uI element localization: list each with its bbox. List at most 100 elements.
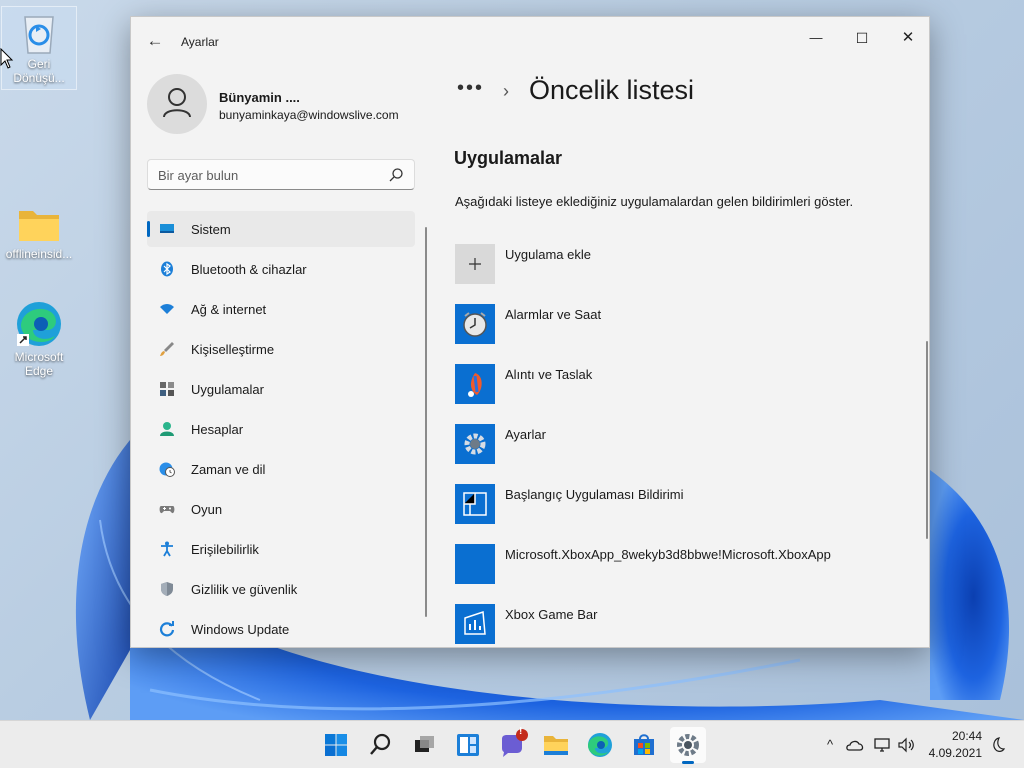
search-icon[interactable] (388, 167, 404, 183)
sidebar-scrollbar[interactable] (425, 227, 427, 617)
start-icon (325, 734, 347, 756)
app-label: Alarmlar ve Saat (505, 307, 602, 322)
app-label: Xbox Game Bar (505, 607, 598, 622)
desktop-icon-folder[interactable]: offlineinsid... (1, 205, 77, 261)
user-name: Bünyamin .... (219, 90, 300, 105)
sidebar-item-label: Kişiselleştirme (191, 342, 275, 357)
list-item[interactable]: Microsoft.XboxApp_8wekyb3d8bbwe!Microsof… (455, 544, 915, 604)
sidebar-item-privacy[interactable]: Gizlilik ve güvenlik (147, 571, 415, 607)
file-explorer-icon (544, 736, 568, 755)
sidebar-item-label: Oyun (191, 502, 223, 517)
back-button[interactable]: ← (145, 31, 165, 51)
chevron-right-icon: › (503, 81, 509, 101)
file-explorer-button[interactable] (538, 727, 574, 763)
task-view-button[interactable] (406, 727, 442, 763)
store-icon (634, 734, 654, 755)
apps-icon (160, 382, 174, 396)
tray-overflow-chevron-icon[interactable]: ^ (820, 735, 840, 755)
network-icon[interactable] (872, 735, 892, 755)
app-label: Uygulama ekle (505, 247, 591, 262)
clock-date[interactable]: 4.09.2021 (925, 746, 982, 760)
sidebar-item-gaming[interactable]: Oyun (147, 491, 415, 527)
desktop-icon-edge[interactable]: Microsoft Edge (1, 300, 77, 378)
widgets-icon (457, 734, 479, 756)
breadcrumb-ellipsis[interactable]: ••• (457, 77, 484, 100)
sidebar-item-sistem[interactable]: Sistem (147, 211, 415, 247)
sidebar-item-label: Uygulamalar (191, 382, 264, 397)
sidebar-item-apps[interactable]: Uygulamalar (147, 371, 415, 407)
settings-icon (677, 734, 699, 756)
sidebar-item-label: Zaman ve dil (191, 462, 266, 477)
clock-time[interactable]: 20:44 (932, 729, 982, 743)
volume-icon[interactable] (896, 735, 916, 755)
sidebar-item-time-language[interactable]: Zaman ve dil (147, 451, 415, 487)
app-label: Alıntı ve Taslak (505, 367, 593, 382)
sidebar-nav: Sistem Bluetooth & cihazlar Ağ & interne… (147, 211, 415, 647)
settings-gear-icon (455, 424, 495, 464)
mouse-cursor-icon (0, 48, 14, 69)
wifi-icon (160, 304, 174, 314)
settings-search[interactable] (147, 159, 415, 190)
recycle-bin-icon (19, 11, 59, 55)
onedrive-icon[interactable] (845, 735, 865, 755)
maximize-button[interactable]: ☐ (839, 23, 885, 53)
taskbar-search-button[interactable] (362, 727, 398, 763)
accessibility-icon (161, 541, 173, 557)
sidebar-item-label: Ağ & internet (191, 302, 267, 317)
sidebar-item-label: Gizlilik ve güvenlik (191, 582, 298, 597)
sidebar-item-windows-update[interactable]: Windows Update (147, 611, 415, 647)
app-label: Ayarlar (505, 427, 546, 442)
section-title: Uygulamalar (454, 148, 563, 168)
list-item[interactable]: Başlangıç Uygulaması Bildirimi (455, 484, 915, 544)
notification-badge: ! (519, 726, 523, 737)
priority-app-list: Uygulama ekle Alarmlar ve Saat Alıntı ve… (455, 244, 915, 647)
title-bar[interactable]: ← Ayarlar — ☐ ✕ (131, 17, 929, 63)
update-icon (159, 621, 175, 637)
app-label: Microsoft.XboxApp_8wekyb3d8bbwe!Microsof… (505, 547, 831, 562)
add-app-button[interactable]: Uygulama ekle (455, 244, 915, 304)
store-button[interactable] (626, 727, 662, 763)
window-title: Ayarlar (181, 35, 219, 49)
sidebar-item-bluetooth[interactable]: Bluetooth & cihazlar (147, 251, 415, 287)
blank-app-icon (455, 544, 495, 584)
user-email: bunyaminkaya@windowslive.com (219, 108, 399, 122)
edge-icon (588, 733, 612, 757)
person-icon (160, 422, 174, 436)
brush-icon (160, 342, 174, 356)
search-input[interactable] (158, 166, 378, 184)
edge-icon (15, 300, 63, 348)
sidebar-item-accounts[interactable]: Hesaplar (147, 411, 415, 447)
person-icon (163, 88, 191, 118)
sidebar-item-personalization[interactable]: Kişiselleştirme (147, 331, 415, 367)
shield-icon (161, 582, 173, 596)
sidebar-item-label: Erişilebilirlik (191, 542, 259, 557)
content-scrollbar[interactable] (926, 341, 928, 539)
widgets-button[interactable] (450, 727, 486, 763)
edge-button[interactable] (582, 727, 618, 763)
sidebar-item-accessibility[interactable]: Erişilebilirlik (147, 531, 415, 567)
sidebar-item-network[interactable]: Ağ & internet (147, 291, 415, 327)
sidebar-item-label: Hesaplar (191, 422, 244, 437)
list-item[interactable]: Ayarlar (455, 424, 915, 484)
desktop-icon-label: offlineinsid... (5, 247, 73, 261)
list-item[interactable]: Alıntı ve Taslak (455, 364, 915, 424)
settings-taskbar-button[interactable] (670, 727, 706, 764)
search-icon (370, 733, 391, 755)
game-bar-icon (455, 604, 495, 644)
page-title: Öncelik listesi (529, 75, 695, 105)
list-item[interactable]: Xbox Game Bar (455, 604, 915, 647)
chat-button[interactable]: ! (494, 726, 530, 763)
app-label: Başlangıç Uygulaması Bildirimi (505, 487, 684, 502)
close-button[interactable]: ✕ (885, 23, 929, 53)
focus-assist-moon-icon[interactable] (987, 735, 1007, 755)
bluetooth-icon (161, 261, 173, 277)
snip-sketch-icon (455, 364, 495, 404)
desktop-icon-label: Microsoft Edge (14, 350, 64, 378)
avatar[interactable] (147, 74, 207, 134)
folder-icon (15, 205, 63, 245)
globe-clock-icon (159, 462, 175, 477)
list-item[interactable]: Alarmlar ve Saat (455, 304, 915, 364)
minimize-button[interactable]: — (793, 23, 839, 53)
start-button[interactable] (318, 727, 354, 763)
section-description: Aşağıdaki listeye eklediğiniz uygulamala… (455, 194, 854, 209)
